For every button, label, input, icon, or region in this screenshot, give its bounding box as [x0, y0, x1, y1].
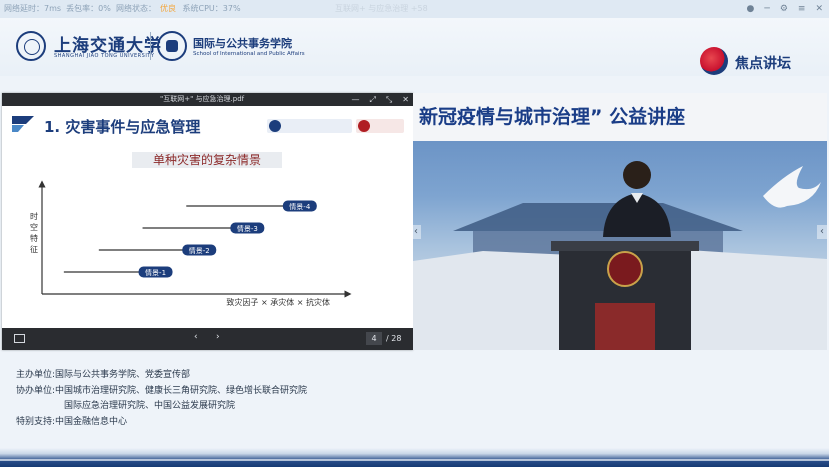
- loss-value: 0%: [98, 4, 111, 13]
- pdf-file-title: "互联网+" 与应急治理.pdf: [160, 95, 245, 103]
- settings-icon[interactable]: ⚙: [780, 0, 788, 18]
- net-state-label: 网络状态：: [115, 4, 156, 13]
- slide-page: 1. 灾害事件与应急管理 单种灾害的复杂情景 时空特征 致灾因子 × 承灾体 ×…: [2, 106, 413, 328]
- pdf-viewer-window: "互联网+" 与应急治理.pdf — ⤢ ⤡ ✕ 1. 灾害事件与应急管理 单种…: [2, 93, 413, 350]
- minimize-icon[interactable]: ─: [764, 0, 769, 18]
- chevron-right-icon[interactable]: ‹: [817, 225, 827, 239]
- chevron-left-icon[interactable]: ‹: [413, 225, 421, 239]
- net-state-value: 优良: [159, 4, 176, 13]
- y-axis-label-char: 时: [30, 211, 38, 221]
- pdf-toolbar: ‹ › 4 / 28: [2, 328, 413, 350]
- sjtu-sipa-logo-icon: [267, 119, 352, 133]
- dove-icon: [763, 166, 821, 208]
- network-stats: 网络延时：7ms 丢包率：0% 网络状态： 优良 系统CPU：37%: [4, 0, 241, 18]
- school-name: 国际与公共事务学院: [193, 37, 292, 50]
- chart-series: 情景-1 情景-2 情景-3 情景-4: [63, 200, 317, 278]
- cpu-value: 37%: [222, 4, 241, 13]
- host-row: 主办单位:国际与公共事务学院、党委宣传部: [16, 368, 307, 384]
- window-controls: ● ─ ⚙ ≡ ✕: [747, 0, 823, 18]
- video-scene: [413, 161, 827, 350]
- support-value: 中国金融信息中心: [55, 416, 128, 427]
- menu-icon[interactable]: ≡: [798, 0, 806, 18]
- footer-stripe: [0, 448, 829, 467]
- close-icon[interactable]: ✕: [815, 0, 823, 18]
- speaker-video: 新冠疫情与城市治理” 公益讲座 ‹ ‹: [413, 93, 827, 350]
- header-divider: [150, 32, 151, 60]
- record-icon[interactable]: ●: [747, 0, 755, 18]
- restore-icon[interactable]: ⤢: [369, 93, 375, 106]
- organizer-info: 主办单位:国际与公共事务学院、党委宣传部 协办单位:中国城市治理研究院、健康长三…: [16, 368, 307, 430]
- pdf-titlebar: "互联网+" 与应急治理.pdf — ⤢ ⤡ ✕: [2, 93, 413, 106]
- x-axis-label: 致灾因子 × 承灾体 × 抗灾体: [226, 297, 330, 307]
- close-icon[interactable]: ✕: [402, 93, 409, 106]
- co-host-value-1: 中国城市治理研究院、健康长三角研究院、绿色增长联合研究院: [55, 385, 308, 396]
- cpu-label: 系统CPU：: [182, 4, 223, 13]
- latency-label: 网络延时：: [4, 4, 44, 13]
- sjtu-emblem-icon: [16, 31, 46, 61]
- lecture-banner: 新冠疫情与城市治理” 公益讲座: [413, 93, 827, 141]
- focus-forum-logo-icon: [700, 47, 728, 75]
- y-axis-label: 时空特征: [30, 211, 38, 254]
- maximize-icon[interactable]: ⤡: [386, 93, 392, 106]
- minimize-icon[interactable]: —: [351, 93, 359, 106]
- page-number-input[interactable]: 4: [366, 332, 382, 345]
- loss-label: 丢包率：: [66, 4, 99, 13]
- scenario-label-2: 情景-2: [189, 246, 210, 255]
- latency-value: 7ms: [44, 4, 62, 13]
- overlay-text: 互联网+ 与应急治理 +58: [335, 4, 428, 13]
- co-host-row: 协办单位:中国城市治理研究院、健康长三角研究院、绿色增长联合研究院: [16, 384, 307, 400]
- school-english-name: School of International and Public Affai…: [193, 51, 305, 57]
- co-host-value-2: 国际应急治理研究院、中国公益发展研究院: [64, 401, 236, 411]
- y-axis-label-char: 征: [30, 244, 38, 254]
- co-host-label: 协办单位:: [16, 385, 56, 396]
- host-value: 国际与公共事务学院、党委宣传部: [55, 370, 191, 380]
- header: 上海交通大学 SHANGHAI JIAO TONG UNIVERSITY 国际与…: [0, 18, 829, 76]
- co-host-row-2: 国际应急治理研究院、中国公益发展研究院: [16, 399, 307, 415]
- pdf-window-controls: — ⤢ ⤡ ✕: [351, 93, 409, 106]
- scenario-label-1: 情景-1: [145, 268, 166, 277]
- page-total: / 28: [386, 334, 402, 343]
- speaker-head: [623, 161, 651, 189]
- palace-roof: [453, 203, 743, 231]
- slide-title-mark-icon: [12, 116, 34, 132]
- scenario-label-4: 情景-4: [289, 202, 311, 211]
- prev-page-icon[interactable]: ‹: [194, 332, 198, 342]
- support-label: 特别支持:: [16, 416, 56, 427]
- y-axis-label-char: 空: [30, 222, 38, 232]
- status-bar: 网络延时：7ms 丢包率：0% 网络状态： 优良 系统CPU：37% 互联网+ 与…: [0, 0, 829, 18]
- scenario-chart: 时空特征 致灾因子 × 承灾体 × 抗灾体 情景-1 情景-2 情景-3 情景-4: [30, 180, 352, 307]
- support-row: 特别支持:中国金融信息中心: [16, 415, 307, 431]
- slide-title: 1. 灾害事件与应急管理: [44, 118, 201, 136]
- footer-line: [0, 459, 829, 461]
- scenario-label-3: 情景-3: [237, 224, 258, 233]
- podium-base: [595, 303, 655, 350]
- next-page-icon[interactable]: ›: [216, 332, 220, 342]
- podium-top: [551, 241, 699, 251]
- brand-name: 焦点讲坛: [735, 56, 791, 72]
- sjtu-english-name: SHANGHAI JIAO TONG UNIVERSITY: [54, 53, 155, 59]
- host-label: 主办单位:: [16, 370, 56, 380]
- podium-emblem-icon: [607, 251, 643, 287]
- y-axis-label-char: 特: [30, 233, 38, 243]
- school-emblem-icon: [157, 31, 187, 61]
- sjtu-logo-icon: [356, 119, 404, 133]
- slide-subtitle: 单种灾害的复杂情景: [132, 152, 282, 168]
- sidebar-toggle-icon[interactable]: [14, 334, 25, 343]
